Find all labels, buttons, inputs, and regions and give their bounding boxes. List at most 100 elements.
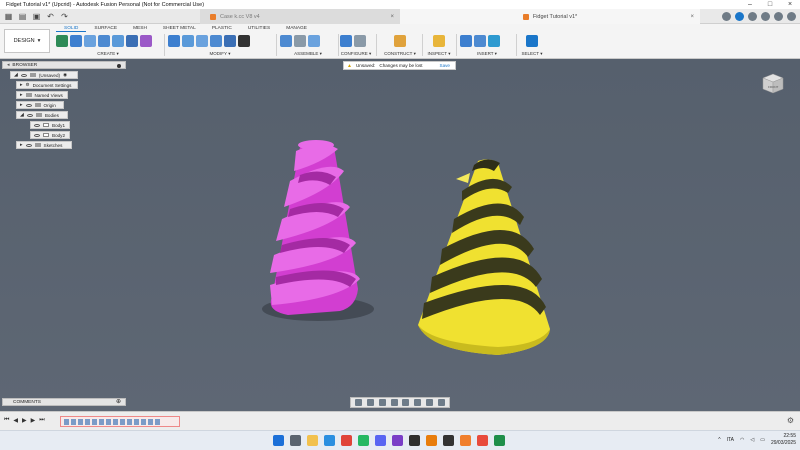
canvas-image-icon[interactable] <box>488 34 500 47</box>
orbit-icon[interactable] <box>355 399 363 406</box>
form-icon[interactable] <box>140 34 152 47</box>
timeline-feature[interactable] <box>106 418 111 425</box>
inspect-menu[interactable]: INSPECT ▾ <box>424 51 454 57</box>
chrome-icon[interactable] <box>341 435 352 446</box>
timeline-settings-gear-icon[interactable]: ⚙ <box>787 416 794 425</box>
language-indicator[interactable]: ITA <box>727 437 734 443</box>
timeline-feature[interactable] <box>155 418 160 425</box>
modify-menu[interactable]: MODIFY ▾ <box>168 51 272 57</box>
tree-item-sketches[interactable]: ▸ Sketches <box>16 141 72 149</box>
tab-fidget-tutorial[interactable]: Fidget Tutorial v1* × <box>400 9 700 24</box>
tab-sheet-metal[interactable]: SHEET METAL <box>155 25 204 32</box>
configure-menu[interactable]: CONFIGURE ▾ <box>340 51 372 57</box>
blender-icon[interactable] <box>426 435 437 446</box>
close-button[interactable]: × <box>780 0 800 9</box>
tab-plastic[interactable]: PLASTIC <box>204 25 240 32</box>
shell-icon[interactable] <box>210 34 222 47</box>
visibility-eye-icon[interactable] <box>34 133 40 137</box>
step-forward-icon[interactable]: ▶ <box>31 417 36 424</box>
select-cursor-icon[interactable] <box>526 34 538 47</box>
collapse-icon[interactable]: ◂ <box>7 63 9 68</box>
visibility-eye-icon[interactable] <box>25 143 32 147</box>
expand-arrow-icon[interactable]: ▸ <box>20 142 23 148</box>
move-icon[interactable] <box>238 34 250 47</box>
as-built-joint-icon[interactable] <box>308 34 320 47</box>
insert-derive-icon[interactable] <box>460 34 472 47</box>
tab-solid[interactable]: SOLID <box>56 25 87 32</box>
timeline-feature[interactable] <box>99 418 104 425</box>
new-sketch-icon[interactable] <box>56 34 68 47</box>
excel-icon[interactable] <box>494 435 505 446</box>
go-to-end-icon[interactable]: ⏭ <box>39 417 44 424</box>
tree-item-named-views[interactable]: ▸ Named Views <box>16 91 68 99</box>
grid-settings-icon[interactable] <box>425 399 433 406</box>
look-at-icon[interactable] <box>367 399 375 406</box>
help-icon[interactable] <box>774 12 783 21</box>
undo-icon[interactable]: ↶ <box>46 12 55 21</box>
extrude-icon[interactable] <box>70 34 82 47</box>
media-app-icon[interactable] <box>392 435 403 446</box>
assemble-menu[interactable]: ASSEMBLE ▾ <box>280 51 336 57</box>
redo-icon[interactable]: ↷ <box>60 12 69 21</box>
fusion-app-icon[interactable] <box>460 435 471 446</box>
maximize-button[interactable]: □ <box>760 0 780 9</box>
expand-arrow-icon[interactable]: ▸ <box>20 82 23 88</box>
collapse-arrow-icon[interactable]: ◢ <box>14 72 18 78</box>
insert-mesh-icon[interactable] <box>474 34 486 47</box>
viewports-icon[interactable] <box>437 399 445 406</box>
display-settings-icon[interactable] <box>414 399 422 406</box>
measure-icon[interactable] <box>433 34 445 47</box>
timeline-feature[interactable] <box>120 418 125 425</box>
save-icon[interactable]: ▣ <box>32 12 41 21</box>
unity-icon[interactable] <box>443 435 454 446</box>
steam-icon[interactable] <box>409 435 420 446</box>
tree-item-bodies[interactable]: ◢ Bodies <box>16 111 68 119</box>
offset-plane-icon[interactable] <box>394 34 406 47</box>
target-icon[interactable]: ◉ <box>63 72 67 78</box>
insert-menu[interactable]: INSERT ▾ <box>460 51 514 57</box>
tab-case-document[interactable]: Case k.cc V8 v4 × <box>200 9 400 24</box>
revolve-icon[interactable] <box>84 34 96 47</box>
play-icon[interactable]: ▶ <box>22 417 27 424</box>
tree-root[interactable]: ◢ (Unsaved) ◉ <box>10 71 78 79</box>
wifi-icon[interactable]: ◠ <box>740 437 744 443</box>
tab-utilities[interactable]: UTILITIES <box>240 25 278 32</box>
chamfer-icon[interactable] <box>196 34 208 47</box>
zoom-icon[interactable] <box>390 399 398 406</box>
timeline-feature[interactable] <box>148 418 153 425</box>
timeline-feature[interactable] <box>92 418 97 425</box>
step-back-icon[interactable]: ◀ <box>13 417 18 424</box>
fillet-icon[interactable] <box>182 34 194 47</box>
task-view-icon[interactable] <box>290 435 301 446</box>
extensions-icon[interactable] <box>735 12 744 21</box>
comments-panel[interactable]: COMMENTS ⊕ <box>2 398 126 406</box>
tray-overflow-icon[interactable]: ^ <box>718 437 720 443</box>
minimize-button[interactable]: – <box>740 0 760 9</box>
timeline-feature[interactable] <box>141 418 146 425</box>
timeline-feature[interactable] <box>78 418 83 425</box>
clock[interactable]: 22:55 29/03/2025 <box>771 433 796 447</box>
parameters-icon[interactable] <box>354 34 366 47</box>
new-component-icon[interactable] <box>280 34 292 47</box>
expand-arrow-icon[interactable]: ▸ <box>20 92 23 98</box>
user-avatar-icon[interactable] <box>787 12 796 21</box>
workspace-switcher[interactable]: DESIGN ▾ <box>4 29 50 53</box>
zoom-window-icon[interactable] <box>402 399 410 406</box>
canvas-viewport[interactable]: ◂ BROWSER ◢ (Unsaved) ◉ ▸ ⚙ Document Set… <box>0 59 800 411</box>
data-panel-icon[interactable]: ▦ <box>4 12 13 21</box>
joint-icon[interactable] <box>294 34 306 47</box>
timeline-track[interactable] <box>60 416 180 427</box>
whatsapp-icon[interactable] <box>358 435 369 446</box>
box-icon[interactable] <box>126 34 138 47</box>
tab-mesh[interactable]: MESH <box>125 25 155 32</box>
go-to-start-icon[interactable]: ⏮ <box>4 417 9 424</box>
configure-icon[interactable] <box>340 34 352 47</box>
timeline-feature[interactable] <box>134 418 139 425</box>
discord-icon[interactable] <box>375 435 386 446</box>
edge-icon[interactable] <box>324 435 335 446</box>
close-tab-icon[interactable]: × <box>390 14 394 20</box>
save-link[interactable]: Save <box>440 63 450 68</box>
press-pull-icon[interactable] <box>168 34 180 47</box>
tab-manage[interactable]: MANAGE <box>278 25 315 32</box>
visibility-eye-icon[interactable] <box>34 123 40 127</box>
